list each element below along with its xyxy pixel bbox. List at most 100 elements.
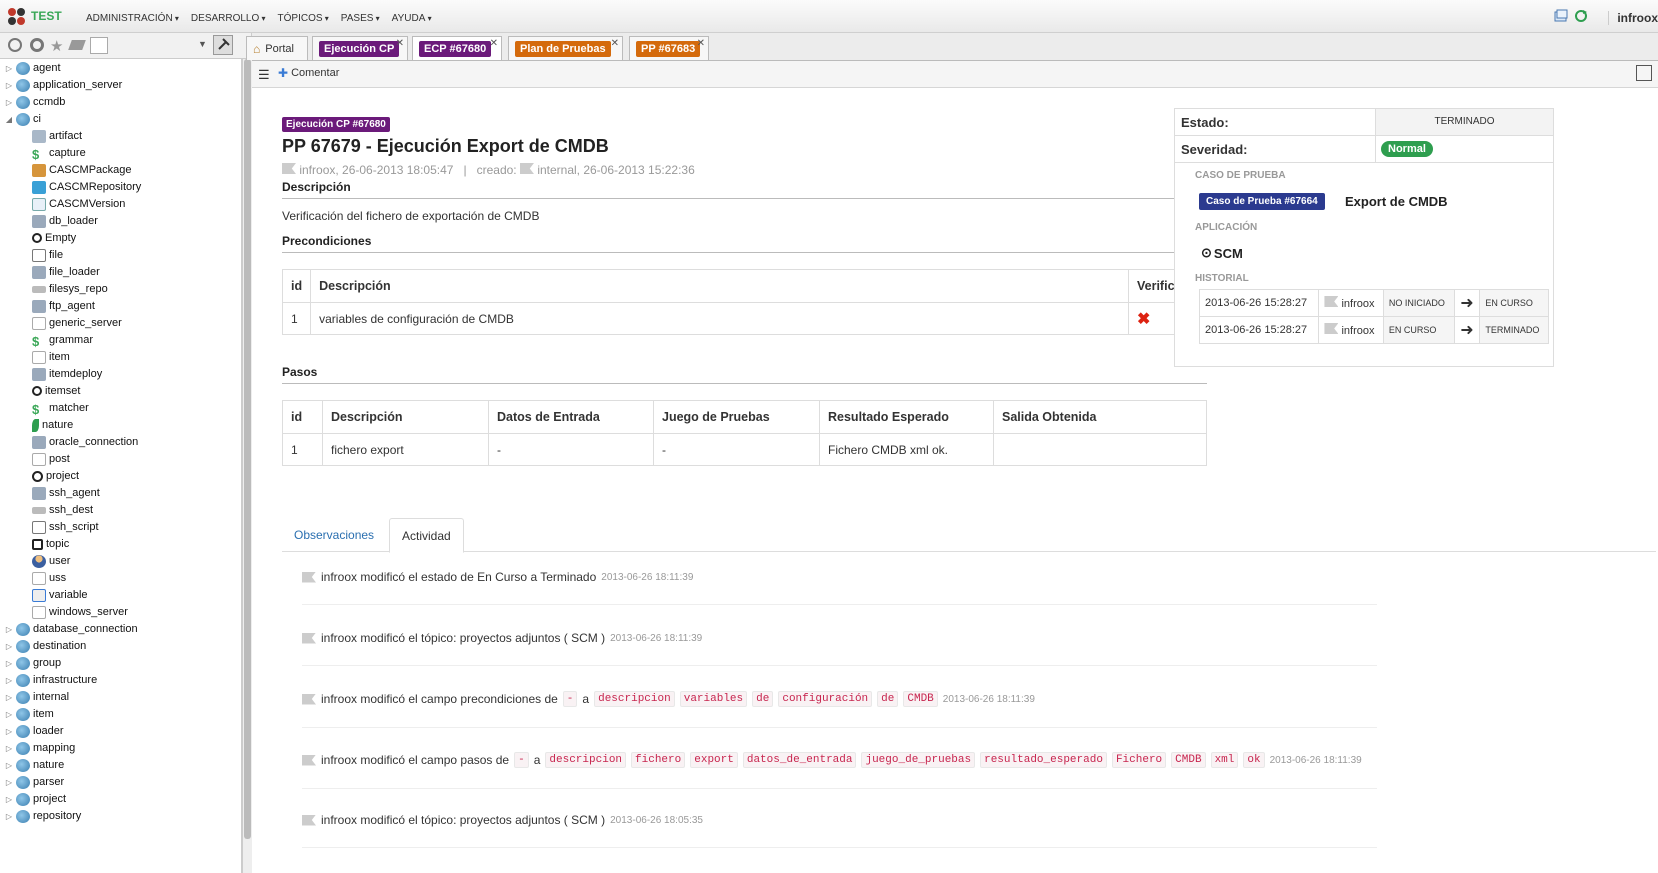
tree-node-filesys-repo[interactable]: filesys_repo (20, 280, 108, 298)
doc-badge[interactable]: Ejecución CP #67680 (282, 117, 390, 132)
tree-scrollbar[interactable] (242, 59, 252, 873)
tree-node-capture[interactable]: $ capture (20, 144, 86, 162)
windows-icon[interactable] (1554, 9, 1568, 23)
loader-icon (32, 435, 46, 449)
tree-toggle-icon[interactable]: ▷ (4, 761, 14, 770)
tree-node-db-loader[interactable]: db_loader (20, 212, 98, 230)
tree-node-windows-server[interactable]: windows_server (20, 603, 128, 621)
case-badge[interactable]: Caso de Prueba #67664 (1199, 193, 1325, 210)
tree-node-topic[interactable]: topic (20, 535, 69, 553)
tab-portal[interactable]: ⌂ Portal (246, 36, 308, 60)
tree-node-cascmrepository[interactable]: CASCMRepository (20, 178, 141, 196)
tab-ejecucion-cp[interactable]: Ejecución CP ✕ (312, 36, 408, 60)
menu-administracion[interactable]: ADMINISTRACIÓN (86, 13, 179, 24)
tree-toggle-icon[interactable]: ▷ (4, 81, 14, 90)
user-name[interactable]: infroox (1608, 11, 1658, 25)
tree-node-matcher[interactable]: $ matcher (20, 399, 89, 417)
plug-icon[interactable] (68, 40, 86, 50)
tree-node-generic-server[interactable]: generic_server (20, 314, 122, 332)
tree-toggle-icon[interactable]: ▷ (4, 625, 14, 634)
tree-node-post[interactable]: post (20, 450, 70, 468)
menu-ayuda[interactable]: AYUDA (392, 13, 432, 24)
tree-node-internal[interactable]: ▷ internal (4, 688, 69, 706)
list-icon[interactable]: ☰ (258, 67, 270, 83)
refresh-icon[interactable] (1574, 9, 1588, 23)
tree-node-nature[interactable]: ▷ nature (4, 756, 64, 774)
close-icon[interactable]: ✕ (396, 38, 404, 49)
tree-node-application-server[interactable]: ▷ application_server (4, 76, 122, 94)
tree-toggle-icon[interactable]: ▷ (4, 744, 14, 753)
tab-plan-de-pruebas[interactable]: Plan de Pruebas ✕ (508, 36, 623, 60)
tree-node-mapping[interactable]: ▷ mapping (4, 739, 75, 757)
filter-icon[interactable] (90, 37, 108, 54)
app-name[interactable]: TEST (31, 9, 62, 23)
menu-desarrollo[interactable]: DESARROLLO (191, 13, 266, 24)
tree-node-item[interactable]: item (20, 348, 70, 366)
comment-button[interactable]: ✚ Comentar (278, 66, 339, 80)
tree-node-ssh-dest[interactable]: ssh_dest (20, 501, 93, 519)
tree-toggle-icon[interactable]: ▷ (4, 795, 14, 804)
tree-node-oracle-connection[interactable]: oracle_connection (20, 433, 138, 451)
tree-toggle-icon[interactable]: ▷ (4, 64, 14, 73)
tree-node-ssh-agent[interactable]: ssh_agent (20, 484, 100, 502)
tree-toggle-icon[interactable]: ▷ (4, 693, 14, 702)
tree-node-label: windows_server (49, 606, 128, 618)
tree-node-ftp-agent[interactable]: ftp_agent (20, 297, 95, 315)
tree-toggle-icon[interactable]: ▷ (4, 98, 14, 107)
tree-node-infrastructure[interactable]: ▷ infrastructure (4, 671, 97, 689)
tree-node-repository[interactable]: ▷ repository (4, 807, 81, 825)
tree-node-file[interactable]: file (20, 246, 63, 264)
panel-tabs: Observaciones Actividad (282, 518, 1656, 553)
activity-text: infroox modificó el tópico: proyectos ad… (321, 813, 606, 827)
scrollbar-thumb[interactable] (244, 59, 251, 839)
tree-node-database-connection[interactable]: ▷ database_connection (4, 620, 138, 638)
tree-node-ccmdb[interactable]: ▷ ccmdb (4, 93, 65, 111)
tree-node-uss[interactable]: uss (20, 569, 66, 587)
tree-node-group[interactable]: ▷ group (4, 654, 61, 672)
tree-toggle-icon[interactable]: ▷ (4, 676, 14, 685)
tree-node-file-loader[interactable]: file_loader (20, 263, 100, 281)
close-icon[interactable]: ✕ (490, 38, 498, 49)
tree-node-ci[interactable]: ◢ ci (4, 110, 41, 128)
tree-node-parser[interactable]: ▷ parser (4, 773, 64, 791)
tree-node-user[interactable]: user (20, 552, 70, 570)
close-icon[interactable]: ✕ (697, 38, 705, 49)
tree-node-nature[interactable]: nature (20, 416, 73, 434)
pin-icon[interactable] (213, 35, 233, 55)
menu-topicos[interactable]: TÓPICOS (278, 13, 329, 24)
tree-toggle-icon[interactable]: ▷ (4, 812, 14, 821)
tree-node-cascmpackage[interactable]: CASCMPackage (20, 161, 132, 179)
tree-node-item[interactable]: ▷ item (4, 705, 54, 723)
chevron-down-icon[interactable]: ▼ (198, 39, 207, 49)
tree-node-artifact[interactable]: artifact (20, 127, 82, 145)
tree-node-destination[interactable]: ▷ destination (4, 637, 86, 655)
tree-toggle-icon[interactable]: ◢ (4, 115, 14, 124)
menu-pases[interactable]: PASES (341, 13, 380, 24)
tree-node-empty[interactable]: Empty (20, 229, 76, 247)
tree-node-loader[interactable]: ▷ loader (4, 722, 64, 740)
close-icon[interactable]: ✕ (611, 38, 619, 49)
tab-observaciones[interactable]: Observaciones (282, 518, 386, 553)
tree-toggle-icon[interactable]: ▷ (4, 727, 14, 736)
layout-icon[interactable] (1636, 65, 1652, 81)
tree-node-variable[interactable]: variable (20, 586, 88, 604)
tree-toggle-icon[interactable]: ▷ (4, 778, 14, 787)
tree-node-ssh-script[interactable]: ssh_script (20, 518, 99, 536)
tree-node-project[interactable]: ▷ project (4, 790, 66, 808)
star-icon[interactable]: ★ (50, 37, 63, 55)
tab-ecp-67680[interactable]: ECP #67680 ✕ (412, 36, 502, 60)
tree-node-project[interactable]: project (20, 467, 79, 485)
tree-toggle-icon[interactable]: ▷ (4, 710, 14, 719)
tab-pp-67683[interactable]: PP #67683 ✕ (629, 36, 709, 60)
tab-actividad[interactable]: Actividad (389, 518, 464, 553)
refresh-tree-icon[interactable] (8, 38, 22, 52)
target-icon[interactable] (30, 38, 44, 52)
tree-node-itemset[interactable]: itemset (20, 382, 80, 400)
app-logo-icon[interactable] (8, 8, 26, 26)
tree-node-grammar[interactable]: $ grammar (20, 331, 93, 349)
tree-node-itemdeploy[interactable]: itemdeploy (20, 365, 102, 383)
tree-node-cascmversion[interactable]: CASCMVersion (20, 195, 125, 213)
tree-node-agent[interactable]: ▷ agent (4, 59, 61, 77)
tree-toggle-icon[interactable]: ▷ (4, 642, 14, 651)
tree-toggle-icon[interactable]: ▷ (4, 659, 14, 668)
